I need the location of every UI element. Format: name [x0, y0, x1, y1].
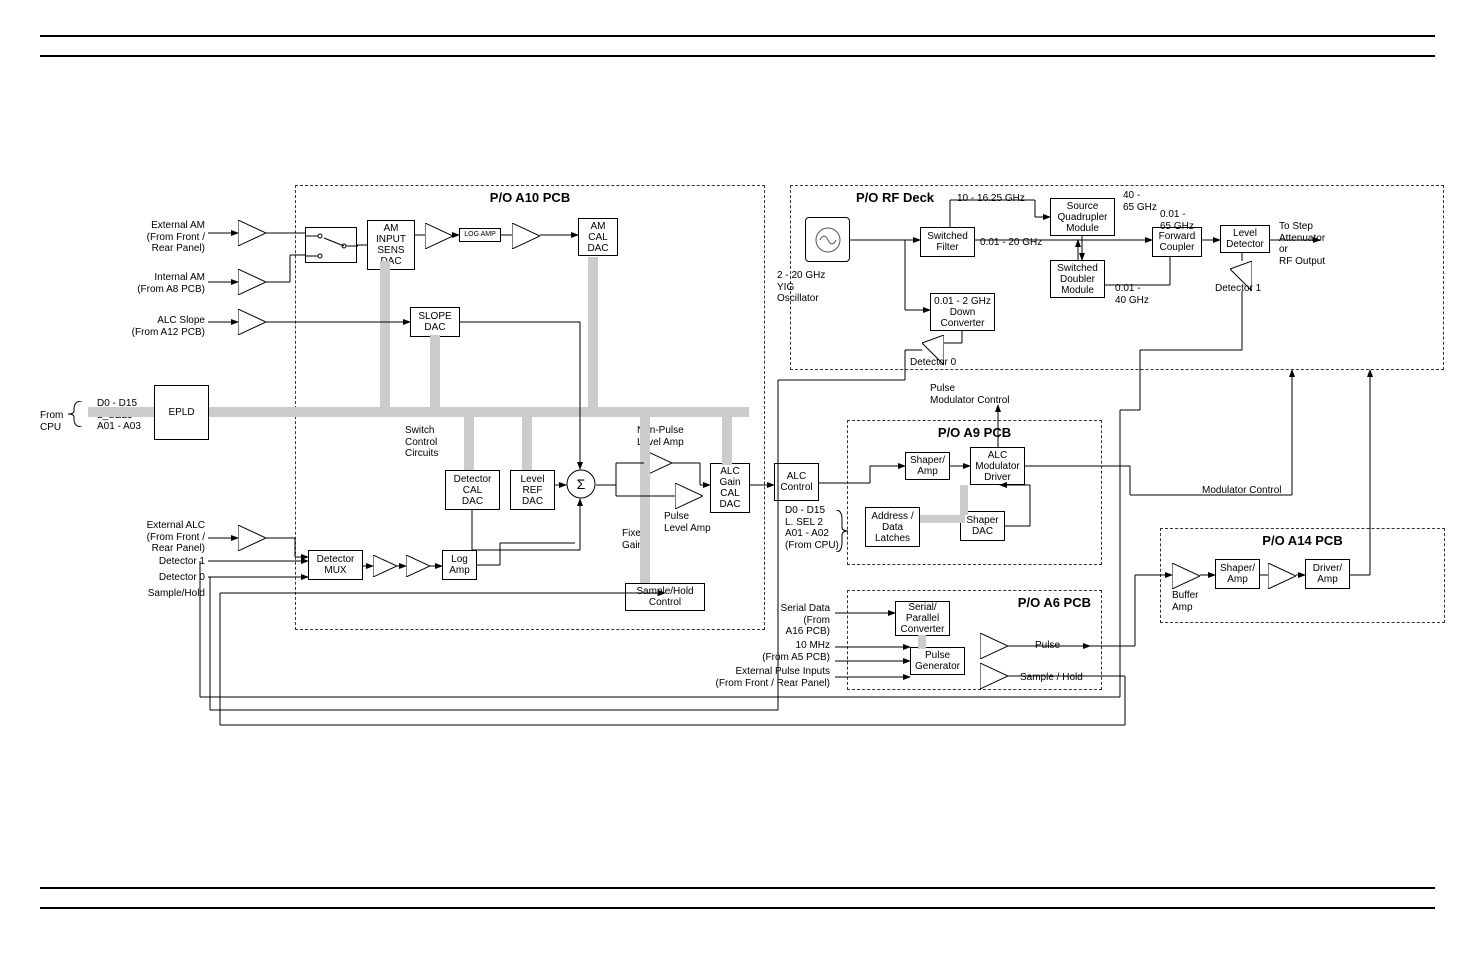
bus-cpu	[88, 407, 154, 417]
label-sh: Sample/Hold	[110, 588, 205, 600]
box-alc-mod-driver: ALCModulatorDriver	[970, 447, 1025, 485]
label-ext-am: External AM(From Front /Rear Panel)	[75, 220, 205, 255]
label-mod-ctrl: Modulator Control	[1202, 485, 1281, 497]
label-pulse-mod-ctrl: PulseModulator Control	[930, 383, 1009, 406]
group-a10-title: P/O A10 PCB	[490, 190, 570, 205]
label-10mhz: 10 MHz(From A5 PCB)	[715, 640, 830, 663]
label-sample-hold-wire: Sample / Hold	[1020, 672, 1083, 684]
box-sw-doubler: SwitchedDoublerModule	[1050, 260, 1105, 298]
sine-source-icon	[805, 217, 850, 262]
box-addr-latches: Address /DataLatches	[865, 507, 920, 547]
bus-branch3	[588, 257, 598, 417]
label-switch-ctrl: SwitchControlCircuits	[405, 425, 438, 460]
group-rfdeck-title: P/O RF Deck	[856, 190, 934, 205]
box-log-amp: LOG AMP	[459, 228, 501, 242]
box-am-cal-dac: AMCALDAC	[578, 218, 618, 256]
box-alc-ctrl: ALCControl	[774, 463, 819, 501]
summer: Σ	[566, 469, 596, 504]
box-det-cal-dac: DetectorCALDAC	[445, 470, 500, 510]
switch-am	[305, 227, 357, 263]
label-serial-data: Serial Data(FromA16 PCB)	[760, 603, 830, 638]
page-rule-bot2	[40, 887, 1435, 889]
bus-branch1	[380, 261, 390, 417]
amp-alc-slope	[238, 309, 266, 335]
box-det-mux: DetectorMUX	[308, 550, 363, 580]
group-a14: P/O A14 PCB	[1160, 528, 1445, 623]
label-int-am: Internal AM(From A8 PCB)	[85, 272, 205, 295]
label-ext-pulse: External Pulse Inputs(From Front / Rear …	[695, 666, 830, 689]
bus-a9	[920, 515, 965, 523]
box-serial-par: Serial/ParallelConverter	[895, 601, 950, 636]
brace-a9	[836, 510, 850, 552]
label-pulse-amp: PulseLevel Amp	[664, 511, 711, 534]
label-pulse-wire: Pulse	[1035, 640, 1060, 652]
amp-mux-out	[373, 555, 397, 577]
brace-cpu	[68, 401, 86, 427]
label-d0d15: D0 - D15L. SEL 2A01 - A02(From CPU)	[785, 505, 839, 551]
box-am-input-dac: AMINPUTSENSDAC	[367, 220, 415, 270]
label-det1: Detector 1	[100, 556, 205, 568]
label-det0: Detector 0	[100, 572, 205, 584]
amp-ext-am	[238, 220, 266, 246]
group-a14-title: P/O A14 PCB	[1262, 533, 1342, 548]
label-ext-alc: External ALC(From Front /Rear Panel)	[75, 520, 205, 555]
page-rule-top2	[40, 55, 1435, 57]
amp-log-in	[406, 555, 430, 577]
label-rfdet1: Detector 1	[1215, 283, 1261, 295]
bus-branch2	[430, 335, 440, 417]
box-sw-filter: SwitchedFilter	[920, 227, 975, 257]
bus-branch5	[522, 410, 532, 470]
box-slope-dac: SLOPEDAC	[410, 307, 460, 337]
box-sh-ctrl: Sample/HoldControl	[625, 583, 705, 611]
box-src-quad: SourceQuadruplerModule	[1050, 198, 1115, 236]
label-freq-001-40: 0.01 -40 GHz	[1115, 283, 1149, 306]
bus-epld-out	[209, 407, 749, 417]
amp-sh-out	[980, 663, 1008, 689]
group-rfdeck: P/O RF Deck	[790, 185, 1444, 370]
label-to-step: To StepAttenuatororRF Output	[1279, 221, 1325, 267]
bus-a9v	[960, 485, 968, 515]
block-diagram: P/O A10 PCB P/O RF Deck P/O A9 PCB P/O A…	[160, 185, 1450, 745]
amp-pulse-level	[675, 483, 703, 509]
box-a14-shaper: Shaper/Amp	[1215, 559, 1260, 589]
box-log-amp2: LogAmp	[442, 550, 477, 580]
label-freq-001-65: 0.01 -65 GHz	[1160, 209, 1194, 232]
label-alc-slope: ALC Slope(From A12 PCB)	[75, 315, 205, 338]
bus-branch4	[464, 410, 474, 470]
bus-branch6	[722, 410, 732, 465]
label-from-cpu: FromCPU	[40, 410, 70, 433]
amp-am-stage	[425, 223, 453, 249]
amp-int-am	[238, 269, 266, 295]
amp-pulse-out	[980, 633, 1008, 659]
label-freq-001-20: 0.01 - 20 GHz	[980, 237, 1042, 249]
box-lev-det: LevelDetector	[1220, 225, 1270, 253]
label-rfdet0: Detector 0	[910, 357, 956, 369]
bus-branch-sh	[640, 410, 650, 583]
box-shaper-amp-a9: Shaper/Amp	[905, 452, 950, 480]
box-a14-driver: Driver/Amp	[1305, 559, 1350, 589]
label-buf-amp: BufferAmp	[1172, 590, 1199, 613]
box-lev-ref-dac: LevelREFDAC	[510, 470, 555, 510]
box-down-conv: 0.01 - 2 GHzDownConverter	[930, 293, 995, 331]
page-rule-bot	[40, 907, 1435, 909]
group-a9-title: P/O A9 PCB	[938, 425, 1011, 440]
box-epld: EPLD	[154, 385, 209, 440]
amp-a14-mid	[1268, 563, 1296, 589]
page-rule-top	[40, 35, 1435, 37]
svg-text:Σ: Σ	[577, 476, 586, 492]
box-shaper-dac: ShaperDAC	[960, 511, 1005, 541]
amp-ext-alc	[238, 525, 266, 551]
label-freq-10-16: 10 - 16.25 GHz	[957, 193, 1025, 205]
box-pulse-gen: PulseGenerator	[910, 647, 965, 675]
label-yig: 2 - 20 GHzYIGOscillator	[777, 270, 825, 305]
box-alc-gain-dac: ALCGainCALDAC	[710, 463, 750, 513]
amp-a14-buf	[1172, 563, 1200, 589]
amp-am-stage2	[512, 223, 540, 249]
group-a6-title: P/O A6 PCB	[1018, 595, 1091, 610]
label-freq-40-65: 40 -65 GHz	[1123, 190, 1157, 213]
bus-a6v	[918, 635, 926, 649]
